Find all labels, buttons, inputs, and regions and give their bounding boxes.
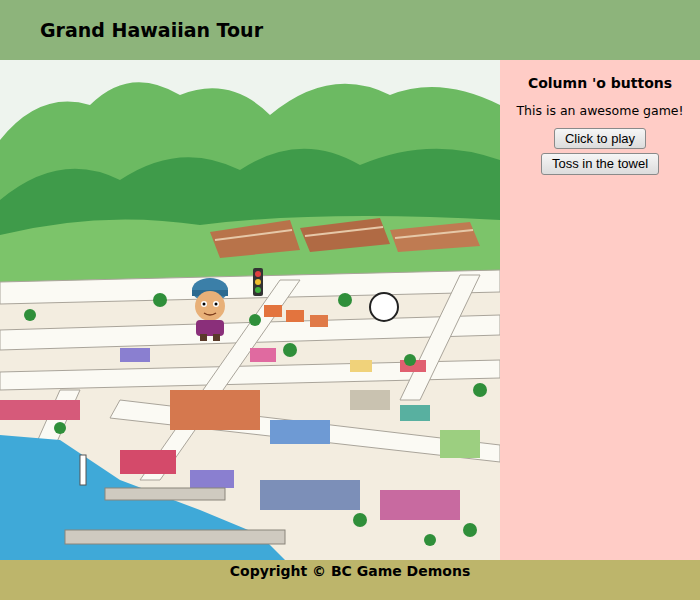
page-title: Grand Hawaiian Tour: [40, 19, 263, 42]
column-heading: Column 'o buttons: [500, 74, 700, 92]
quit-button[interactable]: Toss in the towel: [541, 153, 659, 175]
tourist-character-icon[interactable]: [184, 276, 236, 342]
town-map[interactable]: [0, 60, 500, 560]
column-text: This is an awesome game!: [500, 102, 700, 120]
page-footer: Copyright © BC Game Demons: [0, 560, 700, 600]
play-button[interactable]: Click to play: [554, 128, 646, 150]
page-header: Grand Hawaiian Tour: [0, 0, 700, 60]
map-illustration: [0, 60, 500, 560]
button-list: Click to play Toss in the towel: [500, 128, 700, 175]
button-column: Column 'o buttons This is an awesome gam…: [500, 60, 700, 560]
copyright-text: Copyright © BC Game Demons: [0, 562, 700, 580]
